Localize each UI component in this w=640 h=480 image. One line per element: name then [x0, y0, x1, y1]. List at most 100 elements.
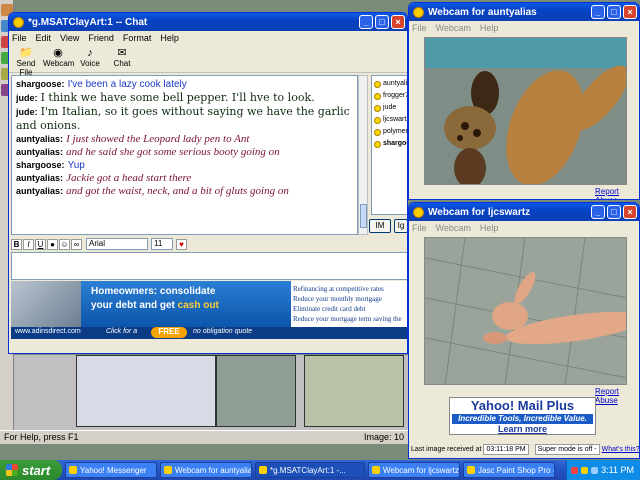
size-select-value: 11	[154, 239, 163, 248]
menu-help[interactable]: Help	[480, 223, 499, 233]
chat-message: auntyalias: Jackie got a head start ther…	[16, 172, 353, 185]
menu-file[interactable]: File	[12, 33, 27, 43]
webcam-menu-bar: File Webcam Help	[409, 21, 639, 35]
ad-bullet: Reduce your monthly mortgage	[293, 295, 382, 303]
maximize-button[interactable]: □	[607, 205, 621, 219]
message-sender[interactable]: jude:	[16, 93, 38, 103]
close-button[interactable]: ×	[391, 15, 405, 29]
report-abuse-link[interactable]: Report Abuse	[595, 387, 639, 405]
windows-logo-icon	[6, 464, 18, 476]
close-button[interactable]: ×	[623, 5, 637, 19]
message-text: Jackie got a head start there	[66, 172, 192, 184]
room-member-item[interactable]: polymerfairy	[374, 126, 408, 138]
chat-window-title: *g.MSATClayArt:1 -- Chat	[28, 16, 148, 28]
taskbar-button[interactable]: Yahoo! Messenger	[65, 462, 157, 478]
webcam-thumbnail	[216, 355, 296, 427]
maximize-button[interactable]: □	[607, 5, 621, 19]
taskbar-button[interactable]: Webcam for ljcswartz	[368, 462, 460, 478]
menu-file[interactable]: File	[412, 23, 427, 33]
message-input[interactable]	[11, 252, 407, 280]
bold-button[interactable]: B	[11, 238, 22, 250]
taskbar-button[interactable]: Jasc Paint Shop Pro -...	[463, 462, 555, 478]
menu-help[interactable]: Help	[160, 33, 179, 43]
taskbar-button[interactable]: *g.MSATClayArt:1 -...	[255, 462, 365, 478]
italic-button[interactable]: I	[23, 238, 34, 250]
taskbar-button[interactable]: Webcam for auntyalias	[160, 462, 252, 478]
start-button[interactable]: start	[0, 460, 62, 480]
chat-title-bar[interactable]: *g.MSATClayArt:1 -- Chat _ □ ×	[9, 13, 407, 31]
color-icon[interactable]: ●	[47, 238, 58, 250]
ad-bullet: Refinancing at competitive rates	[293, 285, 384, 293]
voice-label: Voice	[80, 59, 100, 68]
message-sender[interactable]: auntyalias:	[16, 134, 63, 144]
message-sender[interactable]: shargoose:	[16, 160, 65, 170]
menu-file[interactable]: File	[412, 223, 427, 233]
ignore-button[interactable]: Ig	[394, 219, 407, 233]
menu-view[interactable]: View	[60, 33, 79, 43]
scrollbar-thumb[interactable]	[360, 204, 367, 228]
conversation-scrollbar[interactable]	[358, 75, 368, 235]
message-text: I'm Italian, so it goes without saying w…	[16, 105, 350, 132]
webcam-label: Webcam	[43, 59, 75, 68]
voice-button[interactable]: ♪ Voice	[75, 45, 105, 72]
whats-this-link[interactable]: What's this?	[602, 446, 640, 453]
ad-headline: Homeowners: consolidate	[91, 286, 216, 297]
menu-help[interactable]: Help	[480, 23, 499, 33]
font-select-value: Arial	[89, 239, 106, 248]
chat-button[interactable]: ✉ Chat	[107, 45, 137, 72]
message-sender[interactable]: jude:	[16, 107, 38, 117]
report-abuse-link[interactable]: Report Abuse	[595, 187, 639, 199]
microphone-icon: ♪	[87, 47, 93, 59]
room-member-item[interactable]: ljcswartz	[374, 114, 407, 126]
menu-edit[interactable]: Edit	[36, 33, 52, 43]
link-icon[interactable]: ∞	[71, 238, 82, 250]
webcam-thumbnail	[304, 355, 404, 427]
menu-webcam[interactable]: Webcam	[436, 23, 471, 33]
send-file-button[interactable]: 📁 Send File	[11, 45, 41, 77]
menu-format[interactable]: Format	[123, 33, 152, 43]
room-member-name: frogger703	[383, 92, 407, 99]
message-sender[interactable]: auntyalias:	[16, 186, 63, 196]
webcam-title-bar[interactable]: Webcam for auntyalias _ □ ×	[409, 3, 639, 21]
chat-message: shargoose: I've been a lazy cook lately	[16, 78, 353, 91]
im-button[interactable]: IM	[369, 219, 391, 233]
screenshot-thumbnail	[76, 355, 216, 427]
font-select[interactable]: Arial	[86, 238, 148, 250]
ad-learn-more-link[interactable]: Learn more	[450, 424, 595, 435]
conversation-pane[interactable]: shargoose: I've been a lazy cook lately j…	[11, 75, 358, 235]
room-member-item[interactable]: auntyalias	[374, 78, 407, 90]
menu-webcam[interactable]: Webcam	[436, 223, 471, 233]
menu-friend[interactable]: Friend	[88, 33, 114, 43]
webcam-title-bar[interactable]: Webcam for ljcswartz _ □ ×	[409, 203, 639, 221]
maximize-button[interactable]: □	[375, 15, 389, 29]
room-member-name: polymerfairy	[383, 128, 408, 135]
message-sender[interactable]: auntyalias:	[16, 173, 63, 183]
webcam-icon	[413, 206, 424, 218]
yahoo-mail-plus-ad[interactable]: Yahoo! Mail Plus Incredible Tools, Incre…	[449, 397, 596, 435]
size-select[interactable]: 11	[151, 238, 173, 250]
minimize-button[interactable]: _	[591, 5, 605, 19]
close-button[interactable]: ×	[623, 205, 637, 219]
ad-free-badge[interactable]: FREE	[151, 327, 187, 338]
ad-banner[interactable]: Homeowners: consolidate your debt and ge…	[11, 281, 407, 339]
ad-url[interactable]: www.adinsdirect.com	[15, 328, 81, 335]
message-text: and got the waist, neck, and a bit of gl…	[66, 185, 289, 197]
smiley-picker-icon[interactable]: ☺	[59, 238, 70, 250]
minimize-button[interactable]: _	[591, 205, 605, 219]
chat-message: shargoose: Yup	[16, 159, 353, 172]
chat-message: jude: I think we have some bell pepper. …	[16, 91, 353, 105]
message-sender[interactable]: shargoose:	[16, 79, 65, 89]
alert-icon[interactable]: ♥	[176, 238, 187, 250]
tray-shield-icon[interactable]	[571, 466, 579, 474]
message-sender[interactable]: auntyalias:	[16, 147, 63, 157]
webcam-button[interactable]: ◉ Webcam	[43, 45, 75, 72]
room-member-item[interactable]: frogger703	[374, 90, 407, 102]
room-member-item[interactable]: jude	[374, 102, 407, 114]
room-member-item[interactable]: shargoose	[374, 138, 407, 150]
minimize-button[interactable]: _	[359, 15, 373, 29]
webcam-video	[424, 237, 627, 385]
tray-messenger-icon[interactable]	[581, 466, 589, 474]
tray-speaker-icon[interactable]	[591, 466, 599, 474]
room-member-list[interactable]: auntyalias frogger703 jude ljcswartz polymer…	[371, 75, 408, 215]
underline-button[interactable]: U	[35, 238, 46, 250]
